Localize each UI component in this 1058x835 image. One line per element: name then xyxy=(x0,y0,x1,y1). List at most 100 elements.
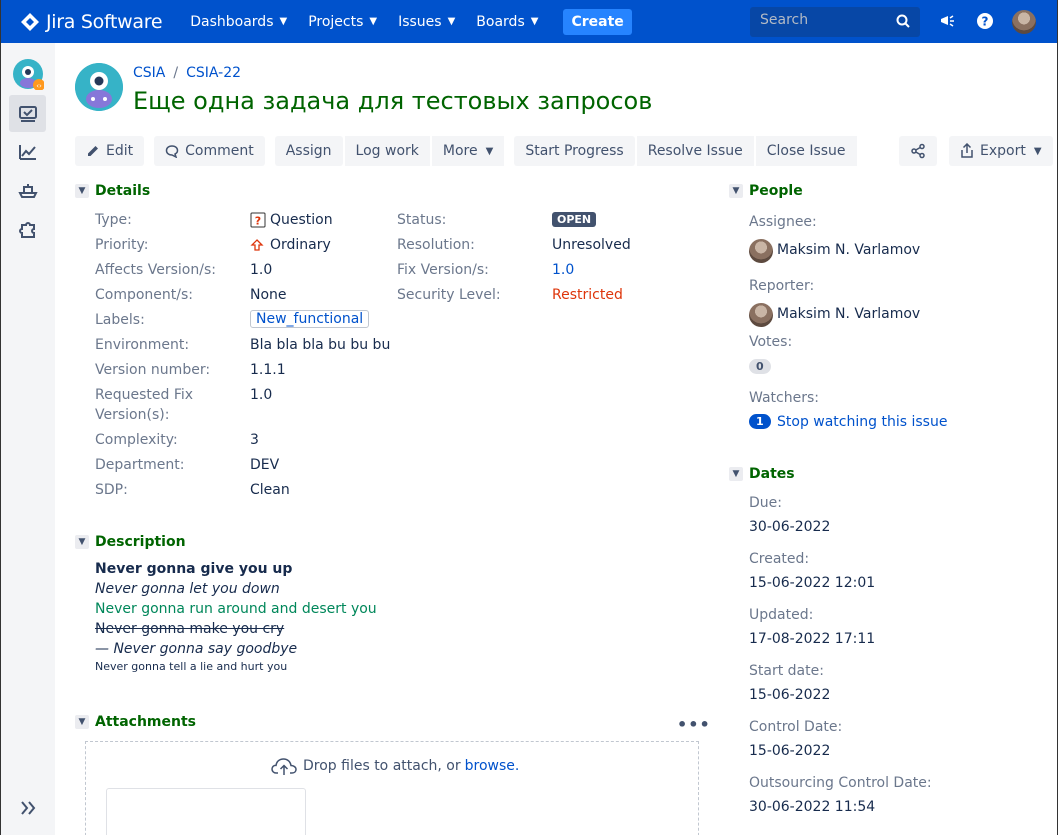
watchers-badge[interactable]: 1 xyxy=(749,414,771,429)
assign-button[interactable]: Assign xyxy=(274,136,343,166)
stop-watching-link[interactable]: Stop watching this issue xyxy=(777,412,947,432)
issue-title[interactable]: Еще одна задача для тестовых запросов xyxy=(133,87,652,115)
share-button[interactable] xyxy=(899,136,937,166)
attachment-thumbnail[interactable] xyxy=(106,788,306,835)
search-input[interactable]: Search xyxy=(750,7,920,37)
reporter-name[interactable]: Maksim N. Varlamov xyxy=(777,304,920,324)
label-tag[interactable]: New_functional xyxy=(250,310,370,328)
environment-label: Environment: xyxy=(95,337,190,353)
nav-projects-label: Projects xyxy=(308,13,364,30)
requested-fix-value: 1.0 xyxy=(250,387,273,403)
due-label: Due: xyxy=(749,495,782,511)
votes-label: Votes: xyxy=(749,334,793,350)
product-name: Jira Software xyxy=(46,10,163,33)
releases-icon[interactable] xyxy=(9,172,46,209)
jira-logo[interactable]: Jira Software xyxy=(20,10,163,33)
addons-icon[interactable] xyxy=(9,210,46,247)
assignee-label: Assignee: xyxy=(749,214,817,230)
component-value: None xyxy=(250,287,287,303)
details-section-header[interactable]: ▼ Details xyxy=(75,183,150,199)
nav-issues[interactable]: Issues ▼ xyxy=(390,0,463,43)
dates-section-header[interactable]: ▼ Dates xyxy=(729,466,795,482)
comment-label: Comment xyxy=(185,143,254,159)
nav-dashboards-label: Dashboards xyxy=(190,13,274,30)
browse-link[interactable]: browse. xyxy=(465,758,520,774)
start-progress-button[interactable]: Start Progress xyxy=(514,136,635,166)
outsourcing-control-date-value: 30-06-2022 11:54 xyxy=(749,799,876,815)
nav-boards-label: Boards xyxy=(476,13,525,30)
resolve-issue-button[interactable]: Resolve Issue xyxy=(636,136,754,166)
description-line: Never gonna run around and desert you xyxy=(95,601,377,617)
people-section-header[interactable]: ▼ People xyxy=(729,183,803,199)
attachments-heading: Attachments xyxy=(95,714,197,730)
version-number-label: Version number: xyxy=(95,362,211,378)
breadcrumb-issue-key[interactable]: CSIA-22 xyxy=(186,65,241,81)
svg-text:?: ? xyxy=(982,15,989,29)
user-avatar[interactable] xyxy=(1012,10,1036,34)
comment-icon xyxy=(165,145,179,158)
watchers-label: Watchers: xyxy=(749,390,819,406)
backlog-icon[interactable] xyxy=(9,95,46,132)
nav-projects[interactable]: Projects ▼ xyxy=(300,0,385,43)
nav-issues-label: Issues xyxy=(398,13,442,30)
reports-icon[interactable] xyxy=(9,133,46,170)
attachments-section-header[interactable]: ▼ Attachments xyxy=(75,714,196,730)
nav-dashboards[interactable]: Dashboards ▼ xyxy=(182,0,295,43)
attachment-dropzone[interactable]: Drop files to attach, or browse. xyxy=(85,741,699,835)
votes-badge[interactable]: 0 xyxy=(749,359,771,374)
description-line: Never gonna give you up xyxy=(95,561,293,577)
chevron-down-icon: ▼ xyxy=(369,16,378,27)
more-options-icon[interactable]: ••• xyxy=(677,715,711,734)
fix-version-value[interactable]: 1.0 xyxy=(552,260,574,280)
breadcrumb-project[interactable]: CSIA xyxy=(133,65,165,81)
project-avatar-small[interactable]: ‹› xyxy=(9,55,46,92)
chevron-down-icon: ▼ xyxy=(530,16,539,27)
details-heading: Details xyxy=(95,183,151,199)
issue-view: CSIA / CSIA-22 Еще одна задача для тесто… xyxy=(55,43,1058,835)
due-value: 30-06-2022 xyxy=(749,519,831,535)
nav-boards[interactable]: Boards ▼ xyxy=(468,0,546,43)
description-heading: Description xyxy=(95,534,186,550)
log-work-button[interactable]: Log work xyxy=(344,136,430,166)
jira-logo-icon xyxy=(21,12,39,31)
search-placeholder: Search xyxy=(760,12,809,28)
pencil-icon xyxy=(88,146,98,156)
collapse-toggle-icon: ▼ xyxy=(729,467,743,481)
component-label: Component/s: xyxy=(95,287,194,303)
type-value-text: Question xyxy=(270,212,333,228)
affects-version-value[interactable]: 1.0 xyxy=(250,260,272,280)
export-icon xyxy=(961,143,973,158)
search-icon xyxy=(896,14,910,28)
description-section-header[interactable]: ▼ Description xyxy=(75,534,186,550)
requested-fix-label-line2: Version(s): xyxy=(95,407,170,423)
description-line: Never gonna let you down xyxy=(95,581,280,597)
chevron-down-icon: ▼ xyxy=(447,16,456,27)
issue-toolbar: Edit Comment Assign Log work More ▼ Star… xyxy=(75,136,857,166)
reporter-label: Reporter: xyxy=(749,278,815,294)
chevron-down-icon: ▼ xyxy=(485,145,494,157)
priority-arrow-up-icon xyxy=(250,239,264,251)
resolution-label: Resolution: xyxy=(397,237,475,253)
announcement-icon[interactable] xyxy=(939,12,957,34)
export-button[interactable]: Export ▼ xyxy=(949,136,1053,166)
expand-sidebar-icon[interactable] xyxy=(9,789,46,826)
complexity-value: 3 xyxy=(250,432,259,448)
create-button[interactable]: Create xyxy=(563,8,632,35)
assignee-name[interactable]: Maksim N. Varlamov xyxy=(777,240,920,260)
close-issue-button[interactable]: Close Issue xyxy=(755,136,857,166)
fix-version-label: Fix Version/s: xyxy=(397,262,489,278)
updated-value: 17-08-2022 17:11 xyxy=(749,631,876,647)
dates-heading: Dates xyxy=(749,466,795,482)
start-date-label: Start date: xyxy=(749,663,824,679)
more-button[interactable]: More ▼ xyxy=(431,136,505,166)
department-value: DEV xyxy=(250,457,280,473)
comment-button[interactable]: Comment xyxy=(154,136,265,166)
svg-text:‹›: ‹› xyxy=(36,82,42,90)
breadcrumb-separator: / xyxy=(173,65,179,81)
priority-value: Ordinary xyxy=(250,235,331,255)
status-lozenge[interactable]: OPEN xyxy=(552,212,597,227)
sdp-label: SDP: xyxy=(95,482,128,498)
edit-button[interactable]: Edit xyxy=(75,136,145,166)
description-body[interactable]: Never gonna give you up Never gonna let … xyxy=(95,559,377,675)
help-icon[interactable]: ? xyxy=(976,12,994,34)
